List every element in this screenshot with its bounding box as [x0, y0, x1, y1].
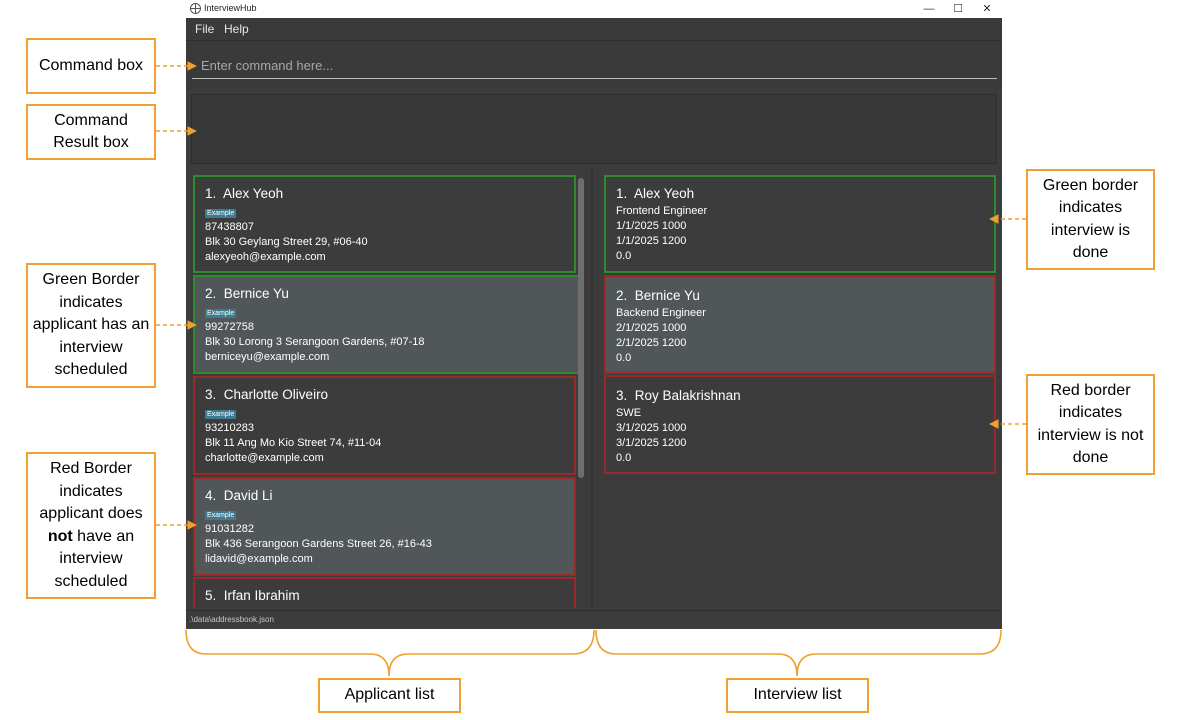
brace-interview-list: [595, 629, 1002, 677]
command-result-box: [191, 94, 997, 164]
callout-red-interview: Red border indicates interview is not do…: [1026, 374, 1155, 475]
applicant-name: 3. Charlotte Oliveiro: [205, 387, 329, 402]
applicant-phone: 87438807: [205, 221, 254, 233]
applicant-tag: Example: [205, 309, 237, 318]
interview-card-2[interactable]: 2. Bernice Yu Backend Engineer 2/1/2025 …: [604, 275, 996, 374]
callout-green-interview: Green border indicates interview is done: [1026, 169, 1155, 270]
applicant-name: 2. Bernice Yu: [205, 286, 289, 301]
applicant-tag: Example: [205, 511, 237, 520]
command-box: [186, 40, 1002, 90]
status-file-path: .\data\addressbook.json: [189, 615, 274, 624]
maximize-button[interactable]: ☐: [943, 1, 973, 17]
applicant-card-5[interactable]: 5. Irfan Ibrahim: [193, 577, 576, 608]
applicant-address: Blk 30 Lorong 3 Serangoon Gardens, #07-1…: [205, 336, 425, 348]
interview-end: 3/1/2025 1200: [616, 437, 687, 449]
applicant-address: Blk 11 Ang Mo Kio Street 74, #11-04: [205, 437, 382, 449]
applicant-list-scrollbar[interactable]: [578, 178, 584, 478]
globe-icon: [190, 3, 201, 14]
callout-command-box: Command box: [26, 38, 156, 94]
menu-help[interactable]: Help: [224, 22, 249, 36]
applicant-card-2[interactable]: 2. Bernice Yu Example 99272758 Blk 30 Lo…: [193, 275, 580, 374]
interview-start: 2/1/2025 1000: [616, 322, 687, 334]
interview-card-3[interactable]: 3. Roy Balakrishnan SWE 3/1/2025 1000 3/…: [604, 375, 996, 474]
applicant-tag: Example: [205, 410, 237, 419]
interview-name: 3. Roy Balakrishnan: [616, 388, 741, 403]
interview-end: 2/1/2025 1200: [616, 337, 687, 349]
applicant-card-1[interactable]: 1. Alex Yeoh Example 87438807 Blk 30 Gey…: [193, 175, 576, 273]
applicant-phone: 93210283: [205, 422, 254, 434]
applicant-tag: Example: [205, 209, 237, 218]
command-input[interactable]: [192, 53, 997, 79]
callout-red-applicant: Red Border indicates applicant does not …: [26, 452, 156, 599]
interview-start: 1/1/2025 1000: [616, 220, 687, 232]
applicant-card-4[interactable]: 4. David Li Example 91031282 Blk 436 Ser…: [193, 477, 576, 576]
interview-card-1[interactable]: 1. Alex Yeoh Frontend Engineer 1/1/2025 …: [604, 175, 996, 273]
minimize-button[interactable]: —: [914, 1, 944, 17]
label-applicant-list: Applicant list: [318, 678, 461, 713]
menu-file[interactable]: File: [195, 22, 214, 36]
applicant-email: alexyeoh@example.com: [205, 251, 326, 263]
callout-green-applicant: Green Border indicates applicant has an …: [26, 263, 156, 388]
applicant-card-3[interactable]: 3. Charlotte Oliveiro Example 93210283 B…: [193, 376, 576, 475]
interview-name: 2. Bernice Yu: [616, 288, 700, 303]
callout-result-box: Command Result box: [26, 104, 156, 160]
interview-rating: 0.0: [616, 352, 632, 364]
app-window: File Help 1. Alex Yeoh Example 87438807 …: [186, 18, 1002, 629]
interview-role: SWE: [616, 407, 642, 419]
window-title: InterviewHub: [204, 3, 257, 13]
applicant-address: Blk 30 Geylang Street 29, #06-40: [205, 236, 368, 248]
applicant-email: charlotte@example.com: [205, 452, 324, 464]
close-button[interactable]: ✕: [972, 1, 1002, 17]
interview-rating: 0.0: [616, 452, 632, 464]
applicant-address: Blk 436 Serangoon Gardens Street 26, #16…: [205, 538, 432, 550]
applicant-name: 4. David Li: [205, 488, 273, 503]
status-bar: .\data\addressbook.json: [186, 610, 1002, 629]
applicant-email: berniceyu@example.com: [205, 351, 330, 363]
window-titlebar: InterviewHub — ☐ ✕: [186, 0, 1002, 18]
pane-divider[interactable]: [591, 168, 593, 608]
interview-end: 1/1/2025 1200: [616, 235, 687, 247]
applicant-name: 5. Irfan Ibrahim: [205, 588, 300, 603]
label-interview-list: Interview list: [726, 678, 869, 713]
applicant-name: 1. Alex Yeoh: [205, 186, 284, 201]
interview-role: Frontend Engineer: [616, 205, 708, 217]
interview-start: 3/1/2025 1000: [616, 422, 687, 434]
applicant-phone: 91031282: [205, 523, 254, 535]
menu-bar: File Help: [186, 18, 1002, 40]
applicant-email: lidavid@example.com: [205, 553, 313, 565]
interview-role: Backend Engineer: [616, 307, 706, 319]
interview-rating: 0.0: [616, 250, 632, 262]
brace-applicant-list: [185, 629, 595, 677]
interview-list[interactable]: 1. Alex Yeoh Frontend Engineer 1/1/2025 …: [594, 168, 1002, 608]
interview-name: 1. Alex Yeoh: [616, 186, 695, 201]
applicant-list[interactable]: 1. Alex Yeoh Example 87438807 Blk 30 Gey…: [186, 168, 590, 608]
applicant-phone: 99272758: [205, 321, 254, 333]
